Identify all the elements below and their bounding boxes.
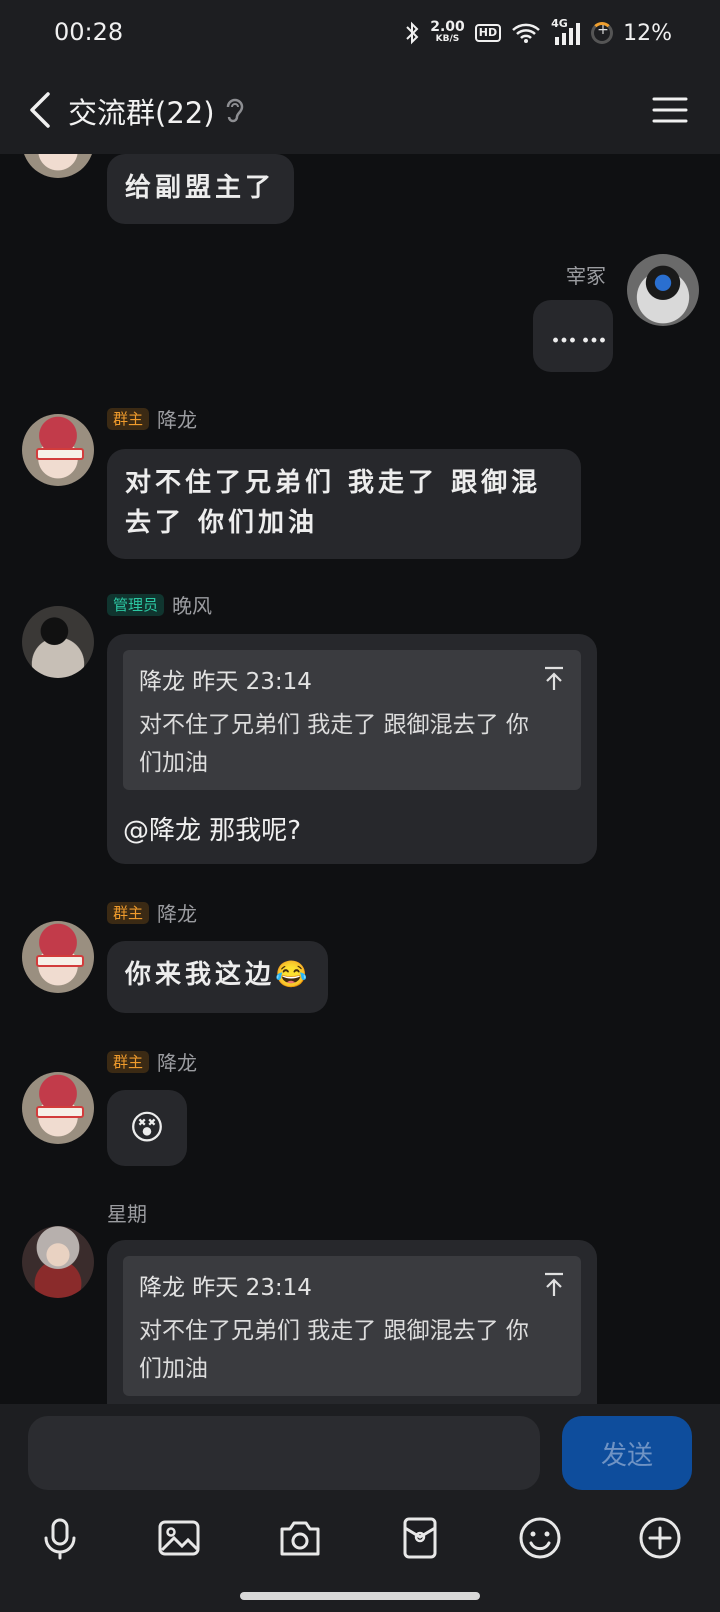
avatar[interactable] [22, 414, 94, 486]
home-indicator[interactable] [240, 1592, 480, 1600]
jump-up-icon[interactable] [543, 666, 565, 692]
reply-text: @降龙 那我呢? [123, 816, 302, 846]
sender-name-row: 星期 [107, 1198, 147, 1227]
owner-badge: 群主 [107, 1050, 150, 1073]
sender-name: 宰冢 [566, 264, 606, 288]
menu-icon[interactable] [650, 90, 690, 130]
battery-icon [591, 22, 614, 44]
message-bubble[interactable]: 给副盟主了 [107, 154, 294, 224]
message-input[interactable] [28, 1416, 540, 1490]
back-arrow-icon[interactable] [22, 86, 62, 134]
net-speed: 2.00 KB/S [430, 19, 465, 44]
status-time: 00:28 [54, 18, 124, 46]
bluetooth-icon [406, 21, 419, 45]
message-bubble[interactable]: …… [533, 300, 613, 372]
message-bubble[interactable]: 😵 [107, 1090, 187, 1166]
avatar[interactable] [627, 254, 699, 326]
avatar[interactable] [22, 154, 94, 178]
signal-icon: 4G [551, 17, 581, 45]
message-list[interactable]: 给副盟主了 宰冢 …… 群主 降龙 对不住了兄弟们 我走了 跟御混去了 你们加油… [0, 154, 720, 1404]
quoted-message[interactable]: 降龙 昨天 23:14 对不住了兄弟们 我走了 跟御混去了 你们加油 [123, 1256, 581, 1396]
message-bubble[interactable]: 降龙 昨天 23:14 对不住了兄弟们 我走了 跟御混去了 你们加油 @降龙 那… [107, 634, 597, 864]
input-bar: 发送 [0, 1404, 720, 1612]
sender-name[interactable]: 降龙 [157, 1047, 197, 1076]
hd-badge: HD [474, 24, 502, 42]
ear-icon[interactable] [223, 96, 247, 126]
laughing-emoji-icon: 😂 [275, 960, 308, 990]
sender-name-row: 群主 降龙 [107, 898, 197, 927]
red-packet-icon[interactable] [396, 1514, 444, 1562]
sender-name[interactable]: 晚风 [172, 590, 212, 619]
admin-badge: 管理员 [107, 593, 165, 616]
owner-badge: 群主 [107, 901, 150, 924]
sender-name-row: 群主 降龙 [107, 1047, 197, 1076]
sender-name-row: 群主 降龙 [107, 404, 197, 433]
quoted-message[interactable]: 降龙 昨天 23:14 对不住了兄弟们 我走了 跟御混去了 你们加油 [123, 650, 581, 790]
avatar[interactable] [22, 1072, 94, 1144]
owner-badge: 群主 [107, 407, 150, 430]
camera-icon[interactable] [276, 1514, 324, 1562]
image-icon[interactable] [155, 1514, 203, 1562]
group-title[interactable]: 交流群(22) [68, 90, 215, 132]
wifi-icon [512, 23, 540, 43]
dizzy-emoji-icon: 😵 [129, 1108, 165, 1148]
sender-name-row: 管理员 晚风 [107, 590, 212, 619]
message-bubble[interactable]: 你来我这边😂 [107, 941, 328, 1013]
status-bar: 00:28 2.00 KB/S HD 4G 12% [0, 0, 720, 66]
mic-icon[interactable] [36, 1514, 84, 1562]
send-button[interactable]: 发送 [562, 1416, 692, 1490]
chat-header: 交流群(22) [0, 66, 720, 154]
avatar[interactable] [22, 606, 94, 678]
quote-text: 对不住了兄弟们 我走了 跟御混去了 你们加油 [139, 712, 529, 776]
sender-name[interactable]: 星期 [107, 1198, 147, 1227]
message-bubble[interactable]: 降龙 昨天 23:14 对不住了兄弟们 我走了 跟御混去了 你们加油 [107, 1240, 597, 1404]
quote-header: 降龙 昨天 23:14 [139, 669, 312, 695]
quote-header: 降龙 昨天 23:14 [139, 1275, 312, 1301]
sender-name[interactable]: 降龙 [157, 404, 197, 433]
battery-level: 12% [623, 20, 672, 46]
plus-icon[interactable] [636, 1514, 684, 1562]
message-bubble[interactable]: 对不住了兄弟们 我走了 跟御混去了 你们加油 [107, 449, 581, 559]
status-icons: 2.00 KB/S HD 4G 12% [404, 16, 672, 50]
avatar[interactable] [22, 1226, 94, 1298]
jump-up-icon[interactable] [543, 1272, 565, 1298]
quote-text: 对不住了兄弟们 我走了 跟御混去了 你们加油 [139, 1318, 529, 1382]
toolbar [0, 1514, 720, 1570]
emoji-icon[interactable] [516, 1514, 564, 1562]
avatar[interactable] [22, 921, 94, 993]
sender-name[interactable]: 降龙 [157, 898, 197, 927]
